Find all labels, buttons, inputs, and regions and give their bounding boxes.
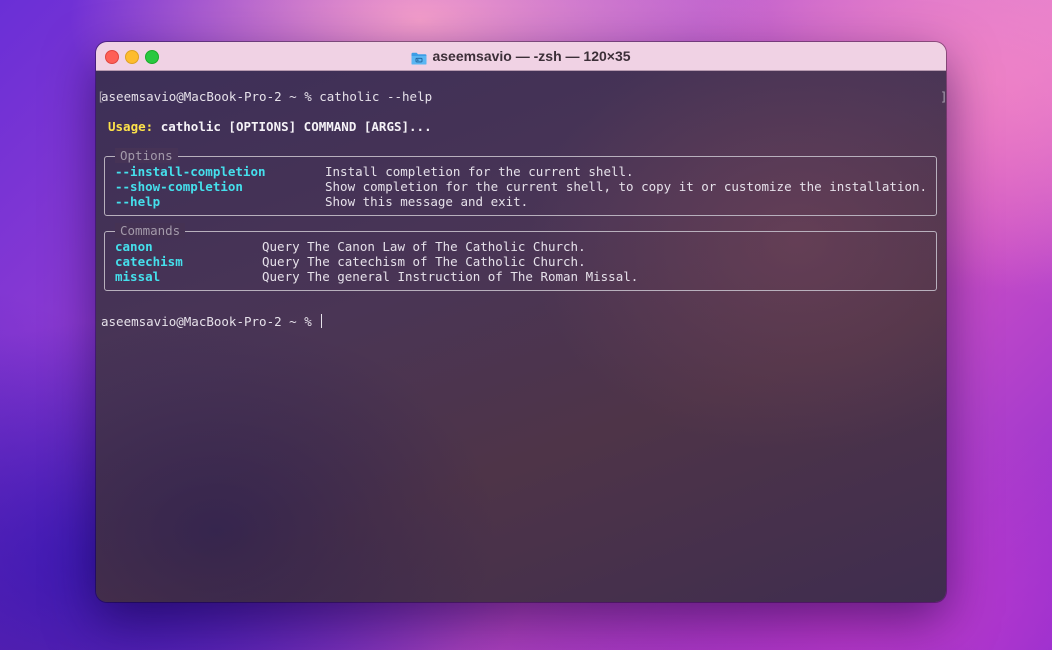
- shell-prompt: aseemsavio@MacBook-Pro-2 ~ %: [101, 314, 312, 329]
- command-description: Query The Canon Law of The Catholic Chur…: [262, 239, 586, 254]
- prompt-line[interactable]: aseemsavio@MacBook-Pro-2 ~ %: [101, 314, 323, 329]
- command-name: missal: [115, 269, 161, 284]
- option-flag: --show-completion: [115, 179, 243, 194]
- usage-line: Usage: catholic [OPTIONS] COMMAND [ARGS]…: [108, 119, 432, 134]
- option-description: Install completion for the current shell…: [325, 164, 634, 179]
- option-flag: --help: [115, 194, 161, 209]
- terminal-content[interactable]: [ aseemsavio@MacBook-Pro-2 ~ % catholic …: [96, 71, 946, 602]
- command-line: aseemsavio@MacBook-Pro-2 ~ % catholic --…: [101, 89, 433, 104]
- title-bar[interactable]: aseemsavio — -zsh — 120×35: [96, 42, 946, 71]
- command-description: Query The catechism of The Catholic Chur…: [262, 254, 586, 269]
- option-description: Show completion for the current shell, t…: [325, 179, 928, 194]
- terminal-window: aseemsavio — -zsh — 120×35 [ aseemsavio@…: [96, 42, 946, 602]
- command-name: canon: [115, 239, 153, 254]
- commands-title: Commands: [115, 223, 186, 238]
- option-description: Show this message and exit.: [325, 194, 529, 209]
- options-title: Options: [115, 148, 178, 163]
- command-description: Query The general Instruction of The Rom…: [262, 269, 639, 284]
- window-title: aseemsavio — -zsh — 120×35: [432, 48, 631, 64]
- text-cursor: [321, 314, 323, 328]
- window-title-group: aseemsavio — -zsh — 120×35: [96, 42, 946, 70]
- right-bracket: ]: [940, 89, 946, 104]
- usage-text: catholic [OPTIONS] COMMAND [ARGS]...: [160, 119, 432, 134]
- option-flag: --install-completion: [115, 164, 266, 179]
- folder-icon: [411, 50, 427, 64]
- command-name: catechism: [115, 254, 183, 269]
- usage-label: Usage:: [108, 119, 154, 134]
